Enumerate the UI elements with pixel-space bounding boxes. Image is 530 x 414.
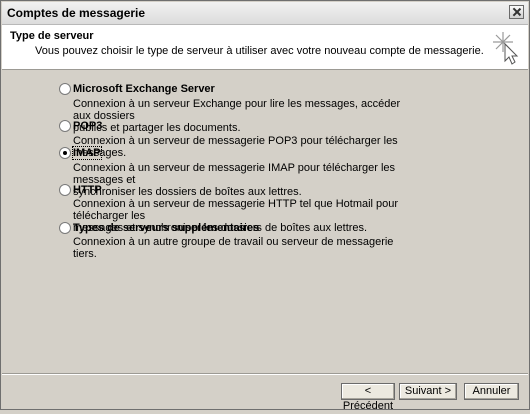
option-imap-desc-line1: Connexion à un serveur de messagerie IMA…: [73, 162, 396, 186]
radio-exchange[interactable]: [59, 83, 71, 95]
next-button-label: Suivant >: [404, 385, 452, 397]
next-button[interactable]: Suivant >: [399, 383, 457, 400]
close-icon[interactable]: [509, 5, 524, 19]
footer-divider: [2, 373, 528, 375]
option-exchange-desc: Connexion à un serveur Exchange pour lir…: [73, 98, 403, 134]
page-subtitle: Vous pouvez choisir le type de serveur à…: [35, 45, 484, 57]
wizard-header: Type de serveur Vous pouvez choisir le t…: [2, 25, 528, 70]
radio-http[interactable]: [59, 184, 71, 196]
window-title: Comptes de messagerie: [7, 6, 146, 20]
page-title: Type de serveur: [10, 30, 94, 42]
option-imap-desc-line2: synchroniser les dossiers de boîtes aux …: [73, 186, 302, 198]
option-pop3-desc: Connexion à un serveur de messagerie POP…: [73, 135, 403, 159]
wizard-wand-icon: [493, 32, 519, 65]
option-pop3-label[interactable]: POP3: [73, 120, 102, 132]
option-imap-label[interactable]: IMAP: [72, 146, 102, 160]
dialog-window: Comptes de messagerie Type de serveur Vo…: [0, 0, 530, 412]
cancel-button-label: Annuler: [472, 385, 511, 397]
radio-other[interactable]: [59, 222, 71, 234]
option-other-desc: Connexion à un autre groupe de travail o…: [73, 236, 403, 260]
back-button[interactable]: < Précédent: [341, 383, 395, 412]
option-exchange-label[interactable]: Microsoft Exchange Server: [73, 83, 215, 95]
option-other-desc-line1: Connexion à un autre groupe de travail o…: [73, 236, 394, 260]
option-exchange-desc-line1: Connexion à un serveur Exchange pour lir…: [73, 98, 401, 122]
option-other-label[interactable]: Types de serveurs supplémentaires: [73, 222, 259, 234]
radio-imap[interactable]: [59, 147, 71, 159]
option-imap-desc: Connexion à un serveur de messagerie IMA…: [73, 162, 403, 198]
title-bar[interactable]: Comptes de messagerie: [2, 2, 528, 25]
cancel-button[interactable]: Annuler: [464, 383, 519, 400]
option-pop3-desc-line1: Connexion à un serveur de messagerie POP…: [73, 135, 398, 159]
option-exchange-desc-line2: publics et partager les documents.: [73, 122, 241, 134]
option-http-label[interactable]: HTTP: [73, 184, 102, 196]
radio-pop3[interactable]: [59, 120, 71, 132]
option-http-desc-line1: Connexion à un serveur de messagerie HTT…: [73, 198, 399, 222]
